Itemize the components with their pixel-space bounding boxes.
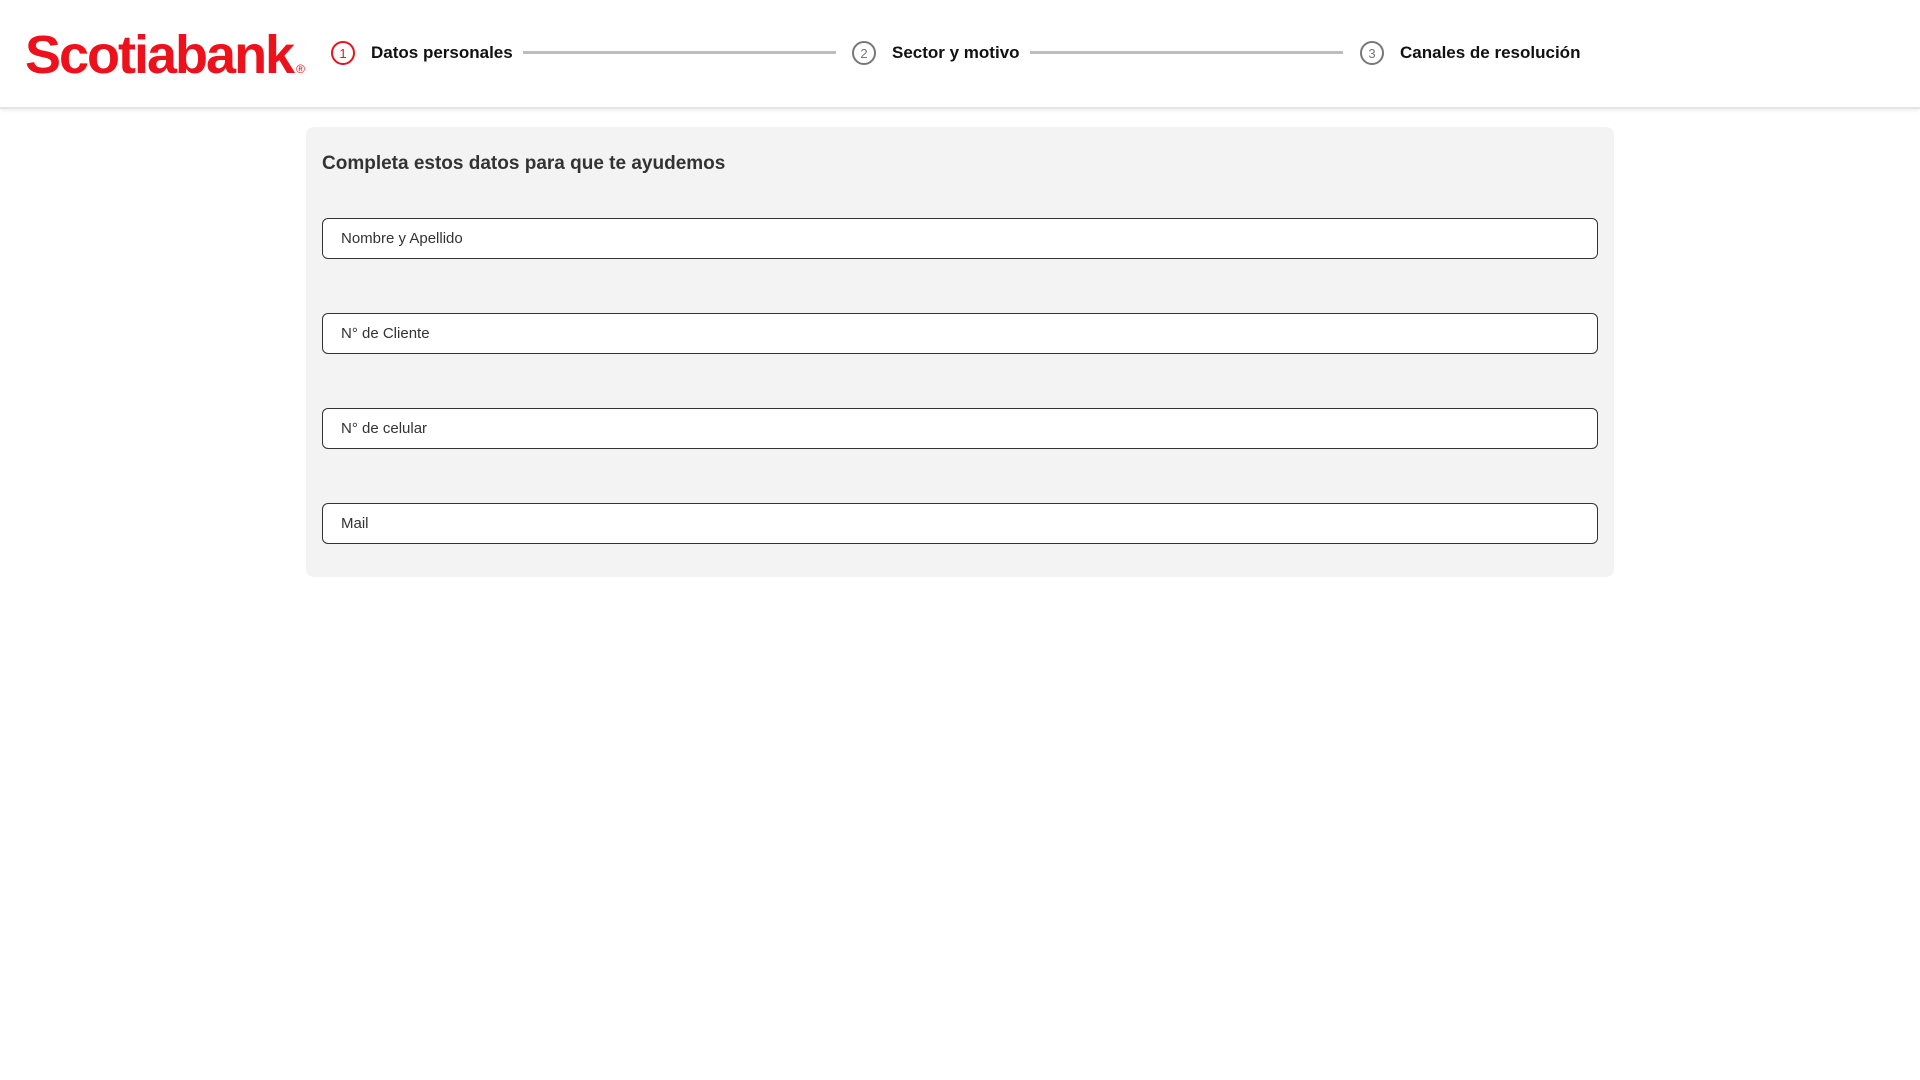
mail-input[interactable] bbox=[323, 504, 1597, 543]
client-number-field[interactable] bbox=[322, 313, 1598, 354]
step-number-3: 3 bbox=[1360, 41, 1384, 65]
mail-field[interactable] bbox=[322, 503, 1598, 544]
name-input[interactable] bbox=[323, 219, 1597, 258]
personal-data-form: Completa estos datos para que te ayudemo… bbox=[306, 127, 1614, 577]
logo-text: Scotiabank bbox=[25, 25, 295, 85]
cellphone-input[interactable] bbox=[323, 409, 1597, 448]
form-title: Completa estos datos para que te ayudemo… bbox=[322, 153, 726, 174]
step-number-1: 1 bbox=[331, 41, 355, 65]
name-field[interactable] bbox=[322, 218, 1598, 259]
step-sector-motivo: 2 Sector y motivo bbox=[852, 41, 1020, 65]
step-label: Datos personales bbox=[371, 43, 513, 62]
step-canales-resolucion: 3 Canales de resolución bbox=[1360, 41, 1580, 65]
cellphone-field[interactable] bbox=[322, 408, 1598, 449]
scotiabank-logo[interactable]: Scotiabank ® bbox=[25, 28, 305, 82]
step-label: Sector y motivo bbox=[892, 43, 1020, 62]
client-number-input[interactable] bbox=[323, 314, 1597, 353]
step-label: Canales de resolución bbox=[1400, 43, 1581, 62]
registered-mark: ® bbox=[296, 62, 305, 76]
step-datos-personales: 1 Datos personales bbox=[331, 41, 513, 65]
step-connector bbox=[523, 51, 836, 54]
step-connector bbox=[1030, 51, 1343, 54]
step-number-2: 2 bbox=[852, 41, 876, 65]
header: Scotiabank ® 1 Datos personales 2 Sector … bbox=[0, 0, 1920, 109]
